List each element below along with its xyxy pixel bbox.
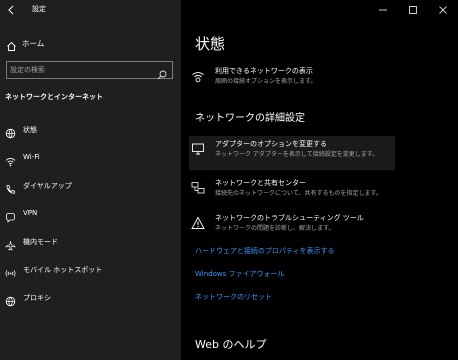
close-icon[interactable] [428,0,458,20]
sidebar-item-home[interactable]: ホーム [0,34,181,52]
app-title: 設定 [32,5,46,13]
home-icon [6,37,17,51]
windows-firewall-link[interactable]: Windows ファイアウォール [195,269,284,279]
view-hardware-properties-link[interactable]: ハードウェアと接続のプロパティを表示する [195,246,334,256]
network-sharing-center[interactable]: ネットワークと共有センター 接続先のネットワークについて、共有するものを指定しま… [189,175,395,209]
change-adapter-options[interactable]: アダプターのオプションを変更する ネットワーク アダプターを表示して接続設定を変… [189,136,395,170]
monitor-icon [191,141,205,155]
setting-description: ネットワーク アダプターを表示して接続設定を変更します。 [215,151,379,158]
sidebar-item-mobile-hotspot[interactable]: モバイル ホットスポット [0,260,181,280]
phone-icon [5,180,16,194]
advanced-settings-heading: ネットワークの詳細設定 [195,113,305,124]
search-icon[interactable] [157,65,167,80]
setting-description: 接続先のネットワークについて、共有するものを指定します。 [215,190,382,197]
main-content: 状態 利用できるネットワークの表示 周囲の接続オプションを表示します。 ネットワ… [181,0,458,360]
page-title: 状態 [195,35,226,53]
home-globe-icon [5,124,16,139]
sidebar-item-airplane-mode[interactable]: 機内モード [0,232,181,252]
hotspot-icon [5,264,16,277]
setting-description: 周囲の接続オプションを表示します。 [215,78,317,85]
search-input[interactable] [10,64,155,76]
setting-description: ネットワークの問題を診断し、解決します。 [215,225,335,232]
sidebar-item-label: 状態 [23,126,37,134]
search-box[interactable] [6,61,173,80]
back-arrow-icon[interactable] [3,2,19,18]
sidebar-item-label: 機内モード [23,238,58,246]
network-troubleshooter[interactable]: ネットワークのトラブルシューティング ツール ネットワークの問題を診断し、解決し… [189,210,395,244]
title-bar: 設定 [0,0,181,20]
show-available-networks[interactable]: 利用できるネットワークの表示 周囲の接続オプションを表示します。 [189,63,395,97]
sidebar-item-label: Wi-Fi [23,153,40,161]
network-reset-link[interactable]: ネットワークのリセット [195,292,272,302]
network-computers-icon [191,180,205,194]
vpn-icon [5,208,16,223]
window-controls [368,0,458,20]
sidebar-item-label: VPN [23,209,38,217]
airplane-icon [5,236,16,251]
setting-title: 利用できるネットワークの表示 [215,67,313,75]
wifi-icon [5,152,16,167]
sidebar-item-vpn[interactable]: VPN [0,204,181,224]
maximize-icon[interactable] [398,0,428,20]
sidebar-item-wifi[interactable]: Wi-Fi [0,148,181,168]
home-label: ホーム [22,39,45,48]
setting-title: アダプターのオプションを変更する [215,140,327,148]
setting-title: ネットワークのトラブルシューティング ツール [215,214,364,222]
sidebar-item-label: モバイル ホットスポット [23,266,103,274]
sidebar-item-label: ダイヤルアップ [23,182,72,190]
sidebar-item-dialup[interactable]: ダイヤルアップ [0,176,181,196]
section-title: ネットワークとインターネット [5,93,103,101]
web-help-heading: Web のヘルプ [195,338,267,351]
minimize-icon[interactable] [368,0,398,20]
wifi-globe-icon [191,68,205,83]
sidebar-item-proxy[interactable]: プロキシ [0,288,181,308]
settings-window: 設定 ホーム ネットワークとインターネット [0,0,458,360]
warning-icon [191,215,205,229]
sidebar: 設定 ホーム ネットワークとインターネット [0,0,181,360]
setting-title: ネットワークと共有センター [215,179,306,187]
sidebar-item-label: プロキシ [23,294,51,302]
globe-icon [5,292,16,307]
sidebar-item-status[interactable]: 状態 [0,120,181,140]
